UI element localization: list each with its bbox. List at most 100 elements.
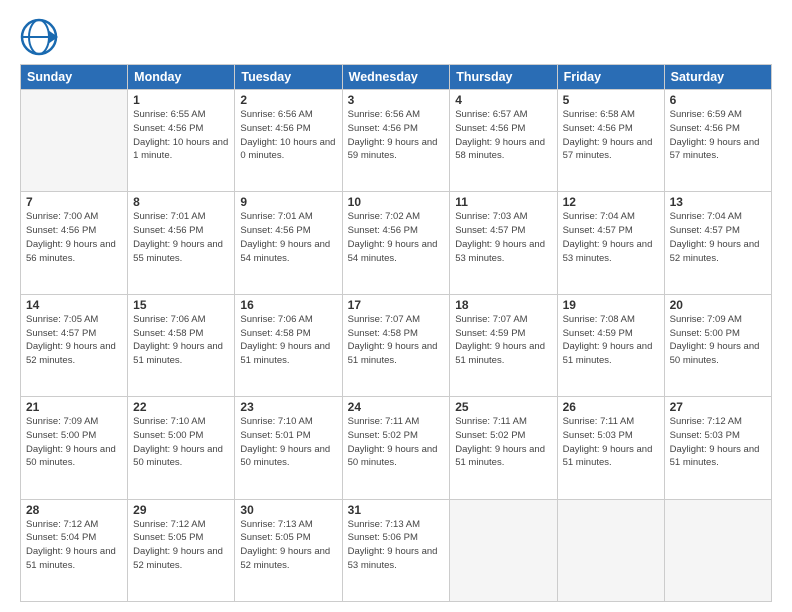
calendar-cell: 1Sunrise: 6:55 AMSunset: 4:56 PMDaylight… — [128, 90, 235, 192]
day-number: 11 — [455, 195, 551, 209]
day-info: Sunrise: 7:06 AMSunset: 4:58 PMDaylight:… — [133, 313, 229, 368]
day-info: Sunrise: 7:10 AMSunset: 5:00 PMDaylight:… — [133, 415, 229, 470]
calendar-cell: 25Sunrise: 7:11 AMSunset: 5:02 PMDayligh… — [450, 397, 557, 499]
calendar-cell — [557, 499, 664, 601]
day-number: 6 — [670, 93, 766, 107]
day-info: Sunrise: 7:09 AMSunset: 5:00 PMDaylight:… — [26, 415, 122, 470]
day-number: 4 — [455, 93, 551, 107]
calendar-week-row: 21Sunrise: 7:09 AMSunset: 5:00 PMDayligh… — [21, 397, 772, 499]
weekday-header: Tuesday — [235, 65, 342, 90]
day-info: Sunrise: 7:13 AMSunset: 5:05 PMDaylight:… — [240, 518, 336, 573]
day-number: 26 — [563, 400, 659, 414]
calendar-cell: 29Sunrise: 7:12 AMSunset: 5:05 PMDayligh… — [128, 499, 235, 601]
day-number: 22 — [133, 400, 229, 414]
calendar-cell: 5Sunrise: 6:58 AMSunset: 4:56 PMDaylight… — [557, 90, 664, 192]
day-number: 25 — [455, 400, 551, 414]
calendar-cell: 6Sunrise: 6:59 AMSunset: 4:56 PMDaylight… — [664, 90, 771, 192]
weekday-header: Monday — [128, 65, 235, 90]
day-info: Sunrise: 7:06 AMSunset: 4:58 PMDaylight:… — [240, 313, 336, 368]
calendar-cell — [21, 90, 128, 192]
weekday-header: Thursday — [450, 65, 557, 90]
day-info: Sunrise: 6:56 AMSunset: 4:56 PMDaylight:… — [348, 108, 445, 163]
calendar-cell: 28Sunrise: 7:12 AMSunset: 5:04 PMDayligh… — [21, 499, 128, 601]
day-info: Sunrise: 7:12 AMSunset: 5:04 PMDaylight:… — [26, 518, 122, 573]
day-info: Sunrise: 7:00 AMSunset: 4:56 PMDaylight:… — [26, 210, 122, 265]
day-info: Sunrise: 7:07 AMSunset: 4:59 PMDaylight:… — [455, 313, 551, 368]
day-info: Sunrise: 7:11 AMSunset: 5:02 PMDaylight:… — [455, 415, 551, 470]
day-number: 16 — [240, 298, 336, 312]
day-info: Sunrise: 7:11 AMSunset: 5:02 PMDaylight:… — [348, 415, 445, 470]
day-info: Sunrise: 7:08 AMSunset: 4:59 PMDaylight:… — [563, 313, 659, 368]
calendar-cell — [450, 499, 557, 601]
day-number: 12 — [563, 195, 659, 209]
day-number: 31 — [348, 503, 445, 517]
day-number: 1 — [133, 93, 229, 107]
day-number: 3 — [348, 93, 445, 107]
calendar-table: SundayMondayTuesdayWednesdayThursdayFrid… — [20, 64, 772, 602]
day-info: Sunrise: 7:02 AMSunset: 4:56 PMDaylight:… — [348, 210, 445, 265]
calendar-cell: 13Sunrise: 7:04 AMSunset: 4:57 PMDayligh… — [664, 192, 771, 294]
day-info: Sunrise: 6:56 AMSunset: 4:56 PMDaylight:… — [240, 108, 336, 163]
calendar-cell: 4Sunrise: 6:57 AMSunset: 4:56 PMDaylight… — [450, 90, 557, 192]
day-info: Sunrise: 7:11 AMSunset: 5:03 PMDaylight:… — [563, 415, 659, 470]
day-number: 24 — [348, 400, 445, 414]
day-info: Sunrise: 7:01 AMSunset: 4:56 PMDaylight:… — [133, 210, 229, 265]
day-info: Sunrise: 7:04 AMSunset: 4:57 PMDaylight:… — [563, 210, 659, 265]
calendar-cell: 20Sunrise: 7:09 AMSunset: 5:00 PMDayligh… — [664, 294, 771, 396]
day-info: Sunrise: 6:55 AMSunset: 4:56 PMDaylight:… — [133, 108, 229, 163]
day-number: 13 — [670, 195, 766, 209]
calendar-cell: 27Sunrise: 7:12 AMSunset: 5:03 PMDayligh… — [664, 397, 771, 499]
calendar-cell: 22Sunrise: 7:10 AMSunset: 5:00 PMDayligh… — [128, 397, 235, 499]
calendar-cell: 15Sunrise: 7:06 AMSunset: 4:58 PMDayligh… — [128, 294, 235, 396]
calendar-cell: 30Sunrise: 7:13 AMSunset: 5:05 PMDayligh… — [235, 499, 342, 601]
day-number: 15 — [133, 298, 229, 312]
calendar-cell: 10Sunrise: 7:02 AMSunset: 4:56 PMDayligh… — [342, 192, 450, 294]
weekday-header: Friday — [557, 65, 664, 90]
calendar-cell: 18Sunrise: 7:07 AMSunset: 4:59 PMDayligh… — [450, 294, 557, 396]
day-info: Sunrise: 6:59 AMSunset: 4:56 PMDaylight:… — [670, 108, 766, 163]
calendar-cell — [664, 499, 771, 601]
day-info: Sunrise: 7:09 AMSunset: 5:00 PMDaylight:… — [670, 313, 766, 368]
calendar-cell: 16Sunrise: 7:06 AMSunset: 4:58 PMDayligh… — [235, 294, 342, 396]
day-info: Sunrise: 6:58 AMSunset: 4:56 PMDaylight:… — [563, 108, 659, 163]
day-number: 10 — [348, 195, 445, 209]
calendar-cell: 21Sunrise: 7:09 AMSunset: 5:00 PMDayligh… — [21, 397, 128, 499]
page: SundayMondayTuesdayWednesdayThursdayFrid… — [0, 0, 792, 612]
calendar-cell: 12Sunrise: 7:04 AMSunset: 4:57 PMDayligh… — [557, 192, 664, 294]
calendar-cell: 31Sunrise: 7:13 AMSunset: 5:06 PMDayligh… — [342, 499, 450, 601]
day-number: 29 — [133, 503, 229, 517]
calendar-cell: 7Sunrise: 7:00 AMSunset: 4:56 PMDaylight… — [21, 192, 128, 294]
day-number: 8 — [133, 195, 229, 209]
day-info: Sunrise: 7:04 AMSunset: 4:57 PMDaylight:… — [670, 210, 766, 265]
day-number: 14 — [26, 298, 122, 312]
day-number: 21 — [26, 400, 122, 414]
calendar-cell: 3Sunrise: 6:56 AMSunset: 4:56 PMDaylight… — [342, 90, 450, 192]
day-number: 2 — [240, 93, 336, 107]
calendar-week-row: 14Sunrise: 7:05 AMSunset: 4:57 PMDayligh… — [21, 294, 772, 396]
calendar-cell: 19Sunrise: 7:08 AMSunset: 4:59 PMDayligh… — [557, 294, 664, 396]
calendar-cell: 24Sunrise: 7:11 AMSunset: 5:02 PMDayligh… — [342, 397, 450, 499]
calendar-cell: 9Sunrise: 7:01 AMSunset: 4:56 PMDaylight… — [235, 192, 342, 294]
calendar-cell: 17Sunrise: 7:07 AMSunset: 4:58 PMDayligh… — [342, 294, 450, 396]
day-info: Sunrise: 7:01 AMSunset: 4:56 PMDaylight:… — [240, 210, 336, 265]
weekday-header: Saturday — [664, 65, 771, 90]
calendar-header-row: SundayMondayTuesdayWednesdayThursdayFrid… — [21, 65, 772, 90]
day-number: 9 — [240, 195, 336, 209]
day-number: 27 — [670, 400, 766, 414]
calendar-cell: 26Sunrise: 7:11 AMSunset: 5:03 PMDayligh… — [557, 397, 664, 499]
calendar-cell: 2Sunrise: 6:56 AMSunset: 4:56 PMDaylight… — [235, 90, 342, 192]
weekday-header: Wednesday — [342, 65, 450, 90]
calendar-cell: 14Sunrise: 7:05 AMSunset: 4:57 PMDayligh… — [21, 294, 128, 396]
day-info: Sunrise: 7:07 AMSunset: 4:58 PMDaylight:… — [348, 313, 445, 368]
calendar-week-row: 1Sunrise: 6:55 AMSunset: 4:56 PMDaylight… — [21, 90, 772, 192]
day-number: 7 — [26, 195, 122, 209]
day-number: 19 — [563, 298, 659, 312]
header — [20, 18, 772, 56]
day-info: Sunrise: 7:12 AMSunset: 5:03 PMDaylight:… — [670, 415, 766, 470]
logo-icon — [20, 18, 58, 56]
weekday-header: Sunday — [21, 65, 128, 90]
day-number: 30 — [240, 503, 336, 517]
day-info: Sunrise: 6:57 AMSunset: 4:56 PMDaylight:… — [455, 108, 551, 163]
day-number: 23 — [240, 400, 336, 414]
day-info: Sunrise: 7:05 AMSunset: 4:57 PMDaylight:… — [26, 313, 122, 368]
